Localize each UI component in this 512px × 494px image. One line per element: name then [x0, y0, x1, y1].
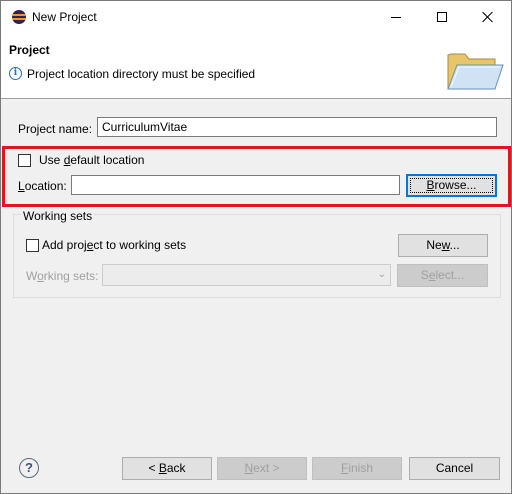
status-message: Project location directory must be speci… [27, 67, 256, 81]
info-icon: i [9, 67, 22, 80]
select-working-set-button[interactable]: Select... [397, 264, 488, 287]
maximize-button[interactable] [419, 1, 465, 33]
close-icon [482, 11, 494, 23]
select-mnemonic: e [428, 268, 436, 282]
finish-text: inish [348, 461, 374, 475]
page-title: Project [9, 43, 50, 57]
working-sets-group-title: Working sets [21, 209, 95, 223]
back-mnemonic: B [158, 461, 167, 475]
title-bar[interactable]: New Project [1, 1, 511, 33]
finish-button[interactable]: Finish [312, 457, 402, 480]
new-text-a: Ne [426, 238, 442, 252]
minimize-button[interactable] [373, 1, 419, 33]
folder-icon [447, 53, 504, 90]
back-text-b: ack [166, 461, 186, 475]
back-text-a: < [148, 461, 159, 475]
location-highlight-box [2, 146, 511, 207]
next-mnemonic: N [244, 461, 254, 475]
add-to-working-sets-label[interactable]: Add project to working sets [42, 238, 186, 252]
working-sets-label: Working sets: [26, 269, 98, 283]
next-button[interactable]: Next > [217, 457, 307, 480]
project-name-label: Project name: [18, 122, 93, 136]
ws-label-a: W [26, 269, 38, 283]
select-text-a: S [420, 268, 429, 282]
new-text-b: ... [449, 238, 460, 252]
project-name-input[interactable] [97, 117, 497, 137]
add-to-working-sets-checkbox[interactable] [26, 239, 39, 252]
new-working-set-button[interactable]: New... [398, 234, 488, 257]
ws-label-b: rking sets: [43, 269, 99, 283]
wizard-header: Project i Project location directory mus… [1, 33, 511, 99]
close-button[interactable] [465, 1, 511, 33]
add-text-a: Add proj [42, 238, 87, 252]
maximize-icon [437, 12, 447, 22]
chevron-down-icon: ⌄ [377, 269, 386, 280]
back-button[interactable]: < Back [122, 457, 212, 480]
select-text-b: lect... [435, 268, 465, 282]
new-project-dialog: New Project Project i Project location d… [0, 0, 512, 494]
next-text: ext > [253, 461, 280, 475]
eclipse-app-icon [12, 10, 26, 24]
help-icon[interactable]: ? [19, 458, 39, 478]
add-text-b: ct to working sets [93, 238, 187, 252]
working-sets-combo[interactable]: ⌄ [102, 264, 391, 286]
window-title: New Project [32, 10, 97, 24]
ws-label-mnemonic: o [37, 269, 44, 283]
new-mnemonic: w [441, 238, 450, 252]
minimize-icon [391, 16, 401, 18]
cancel-button[interactable]: Cancel [409, 457, 500, 480]
